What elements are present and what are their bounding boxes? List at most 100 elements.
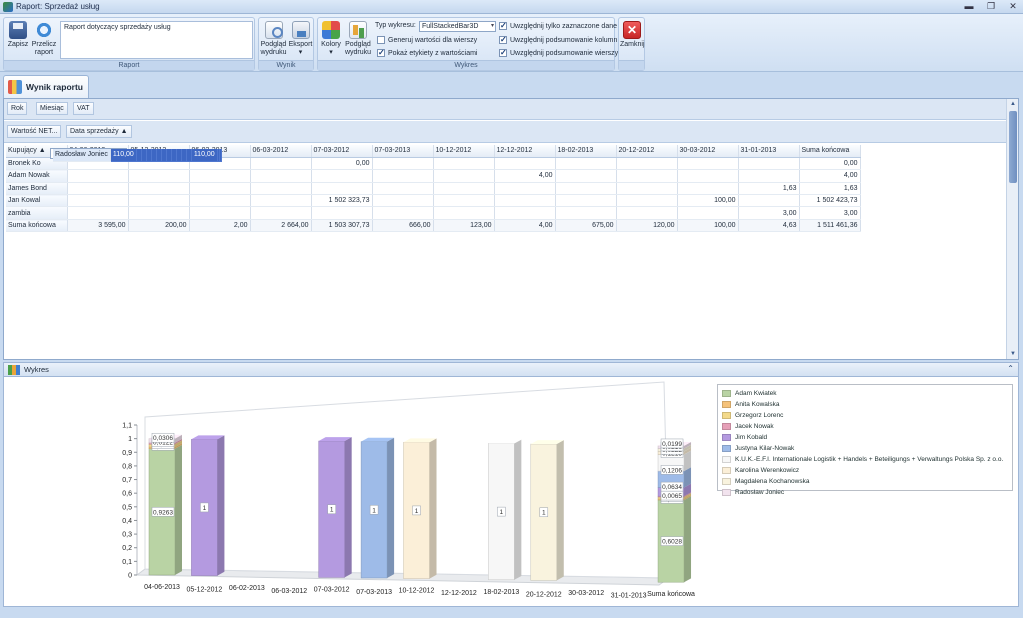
table-cell[interactable] [67,194,129,208]
total-cell[interactable]: 123,00 [433,219,495,233]
table-cell[interactable] [128,169,190,183]
chart-type-select[interactable]: FullStackedBar3D ▾ [419,21,496,32]
table-cell[interactable] [433,182,495,196]
table-cell[interactable] [677,182,739,196]
show-labels-checkbox[interactable]: Pokaż etykiety z wartościami [377,48,477,57]
collapse-icon[interactable]: ⌃ [1007,364,1014,373]
total-cell[interactable]: 3 595,00 [67,219,129,233]
table-cell[interactable] [677,157,739,171]
column-header[interactable]: 31-01-2013 [738,145,800,158]
row-header[interactable]: zambia [6,207,68,221]
table-cell[interactable] [738,157,800,171]
table-cell[interactable] [555,182,617,196]
row-summary-checkbox[interactable]: Uwzględnij podsumowanie wierszy [499,48,618,57]
table-cell[interactable] [189,194,251,208]
table-cell[interactable] [494,182,556,196]
restore-button[interactable]: ❐ [985,1,997,12]
table-cell[interactable] [250,169,312,183]
column-header[interactable]: 18-02-2013 [555,145,617,158]
table-cell[interactable] [128,194,190,208]
scrollbar-thumb[interactable] [1009,111,1017,183]
table-cell[interactable] [372,157,434,171]
table-cell[interactable] [311,207,373,221]
table-cell[interactable] [250,157,312,171]
table-cell[interactable]: 110,00 [110,149,137,162]
column-header[interactable]: 12-12-2012 [494,145,556,158]
table-row[interactable]: Jan Kowal 1 502 323,73 100,00 1 502 423,73 [6,194,861,208]
total-cell[interactable]: 200,00 [128,219,190,233]
minimize-button[interactable]: ▬ [963,1,975,12]
table-cell[interactable]: 1 502 423,73 [799,194,861,208]
column-header[interactable]: 07-03-2012 [311,145,373,158]
row-header[interactable]: Radosław Joniec [53,149,111,162]
total-cell[interactable]: 2,00 [189,219,251,233]
table-cell[interactable]: 4,00 [494,169,556,183]
col-summary-checkbox[interactable]: Uwzględnij podsumowanie kolumn [499,35,617,44]
table-cell[interactable] [616,157,678,171]
row-header[interactable]: James Bond [6,182,68,196]
table-cell[interactable] [250,207,312,221]
table-cell[interactable] [372,207,434,221]
column-header[interactable]: 06-03-2012 [250,145,312,158]
table-cell[interactable] [250,182,312,196]
total-cell[interactable]: 675,00 [555,219,617,233]
row-header[interactable]: Jan Kowal [6,194,68,208]
table-cell[interactable]: 1,63 [799,182,861,196]
table-cell[interactable]: 1 502 323,73 [311,194,373,208]
table-cell[interactable] [433,169,495,183]
row-header[interactable]: Adam Nowak [6,169,68,183]
data-field-chip[interactable]: Wartość NET... [7,125,62,138]
total-cell[interactable]: 100,00 [677,219,739,233]
table-cell[interactable]: 3,00 [799,207,861,221]
only-selected-checkbox[interactable]: Uwzględnij tylko zaznaczone dane [499,21,617,30]
table-cell[interactable] [555,194,617,208]
recalc-report-button[interactable]: Przelicz raport [31,21,57,57]
table-cell[interactable] [372,194,434,208]
close-report-button[interactable]: Zamknij [620,21,645,49]
table-cell[interactable] [616,207,678,221]
report-description-field[interactable]: Raport dotyczący sprzedaży usług [60,21,253,59]
total-cell[interactable]: 666,00 [372,219,434,233]
total-row-header[interactable]: Suma końcowa [6,219,68,233]
total-cell[interactable]: 2 664,00 [250,219,312,233]
scroll-down-icon[interactable]: ▼ [1007,349,1019,359]
column-header[interactable]: Suma końcowa [799,145,861,158]
table-cell[interactable] [128,207,190,221]
table-cell[interactable] [67,182,129,196]
table-row[interactable]: Adam Nowak 4,00 4,00 [6,169,861,183]
table-cell[interactable]: 0,00 [799,157,861,171]
total-cell[interactable]: 1 511 461,36 [799,219,861,233]
table-cell[interactable] [616,169,678,183]
save-button[interactable]: Zapisz [7,21,29,49]
table-cell[interactable]: 0,00 [311,157,373,171]
table-cell[interactable] [677,169,739,183]
table-cell[interactable] [372,182,434,196]
gen-rows-checkbox[interactable]: Generuj wartości dla wierszy [377,36,477,44]
total-row[interactable]: Suma końcowa 3 595,00 200,00 2,00 2 664,00 1 … [6,219,861,233]
colors-button[interactable]: Kolory ▾ [319,21,343,57]
table-cell[interactable] [555,169,617,183]
table-cell[interactable] [189,207,251,221]
scroll-up-icon[interactable]: ▲ [1007,99,1019,109]
table-cell[interactable] [555,207,617,221]
table-cell[interactable] [67,169,129,183]
tab-wynik-raportu[interactable]: Wynik raportu [3,75,89,98]
table-cell[interactable] [616,194,678,208]
total-cell[interactable]: 120,00 [616,219,678,233]
total-cell[interactable]: 1 503 307,73 [311,219,373,233]
column-header[interactable]: 07-03-2013 [372,145,434,158]
column-field-chip[interactable]: Data sprzedaży ▲ [66,125,132,138]
column-header[interactable]: 20-12-2012 [616,145,678,158]
filter-field-rok[interactable]: Rok [7,102,28,115]
close-window-button[interactable]: ✕ [1007,1,1019,12]
print-preview-button[interactable]: Podgląd wydruku [260,21,287,57]
table-cell[interactable] [677,207,739,221]
table-cell[interactable]: 1,63 [738,182,800,196]
table-cell[interactable] [311,169,373,183]
table-cell[interactable]: 4,00 [799,169,861,183]
table-cell[interactable] [189,182,251,196]
table-row[interactable]: zambia 3,00 3,00 [6,207,861,221]
column-header[interactable]: 10-12-2012 [433,145,495,158]
table-cell[interactable] [433,207,495,221]
filter-field-vat[interactable]: VAT [73,102,94,115]
